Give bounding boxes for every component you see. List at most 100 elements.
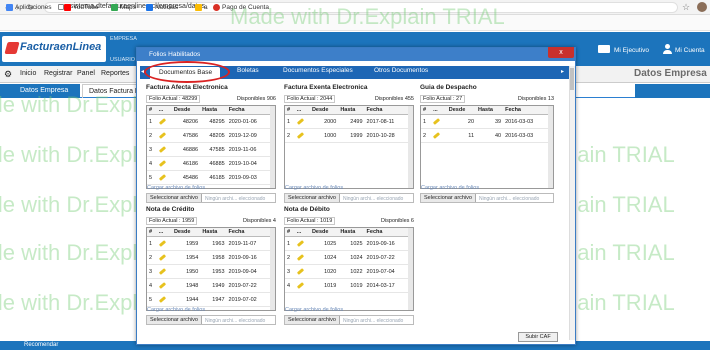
tab-otros-documentos[interactable]: Otros Documentos — [374, 67, 428, 74]
tab-scroll-right-icon[interactable]: ▸ — [561, 68, 564, 75]
tab-documentos-especiales[interactable]: Documentos Especiales — [283, 67, 353, 74]
edit-cell[interactable] — [156, 264, 172, 279]
menu-panel[interactable]: Panel — [77, 70, 95, 77]
table-row[interactable]: 4 1019 1019 2014-03-17 — [285, 278, 409, 293]
settings-gear-icon[interactable]: ⚙ — [4, 69, 12, 80]
column-header[interactable]: Hasta — [200, 228, 227, 237]
table-row[interactable]: 3 1020 1022 2019-07-04 — [285, 264, 409, 279]
recomendar-link[interactable]: Recomendar — [24, 342, 58, 348]
tab-boletas[interactable]: Boletas — [237, 67, 259, 74]
menu-reportes[interactable]: Reportes — [101, 70, 129, 77]
bookmark-pago[interactable]: Pago de Cuenta — [213, 4, 269, 11]
file-upload-field[interactable]: Seleccionar archivo Ningún archi... elecc… — [420, 193, 554, 203]
bookmark-noticias[interactable]: Noticias — [146, 4, 178, 11]
column-header[interactable]: Fecha — [503, 106, 549, 115]
file-upload-field[interactable]: Seleccionar archivo Ningún archi... elecc… — [284, 315, 414, 325]
edit-cell[interactable] — [156, 236, 172, 251]
pencil-icon[interactable] — [158, 253, 166, 261]
grid-scrollbar[interactable] — [408, 228, 413, 310]
column-header[interactable]: Fecha — [226, 106, 271, 115]
pencil-icon[interactable] — [296, 239, 304, 247]
column-header[interactable]: Fecha — [364, 228, 409, 237]
edit-cell[interactable] — [156, 170, 172, 185]
pencil-icon[interactable] — [158, 131, 166, 139]
edit-cell[interactable] — [431, 128, 447, 143]
edit-cell[interactable] — [156, 156, 172, 171]
table-row[interactable]: 2 1024 1024 2019-07-22 — [285, 250, 409, 265]
column-header[interactable]: Desde — [309, 228, 339, 237]
column-header[interactable]: ... — [156, 228, 172, 237]
table-row[interactable]: 4 46186 46885 2019-10-04 — [147, 156, 271, 171]
table-row[interactable]: 1 1959 1963 2019-11-07 — [147, 236, 271, 251]
pencil-icon[interactable] — [296, 253, 304, 261]
table-row[interactable]: 3 46886 47585 2019-11-06 — [147, 142, 271, 157]
mi-ejecutivo-link[interactable]: Mi Ejecutivo — [614, 47, 649, 54]
user-icon[interactable] — [663, 44, 672, 54]
edit-cell[interactable] — [294, 236, 310, 251]
column-header[interactable]: # — [285, 106, 295, 115]
edit-cell[interactable] — [156, 128, 172, 143]
pencil-icon[interactable] — [158, 281, 166, 289]
column-header[interactable]: # — [147, 228, 157, 237]
column-header[interactable]: Fecha — [226, 228, 271, 237]
bookmark-youtube[interactable]: YouTube — [64, 4, 99, 11]
edit-cell[interactable] — [156, 278, 172, 293]
pencil-icon[interactable] — [158, 295, 166, 303]
table-row[interactable]: 1 48206 48295 2020-01-06 — [147, 114, 271, 129]
edit-cell[interactable] — [156, 114, 172, 129]
bookmark-maps[interactable]: Maps — [111, 4, 136, 11]
select-file-button[interactable]: Seleccionar archivo — [147, 316, 202, 324]
edit-cell[interactable] — [294, 278, 310, 293]
column-header[interactable]: ... — [294, 228, 310, 237]
table-row[interactable]: 1 1025 1025 2019-09-16 — [285, 236, 409, 251]
table-row[interactable]: 5 1944 1947 2019-07-02 — [147, 292, 271, 307]
edit-cell[interactable] — [294, 264, 310, 279]
pencil-icon[interactable] — [158, 117, 166, 125]
table-row[interactable]: 3 1950 1953 2019-09-04 — [147, 264, 271, 279]
table-row[interactable]: 2 1000 1999 2010-10-28 — [285, 128, 409, 143]
select-file-button[interactable]: Seleccionar archivo — [285, 194, 340, 202]
pencil-icon[interactable] — [296, 117, 304, 125]
tab-datos-empresa[interactable]: Datos Empresa — [0, 84, 80, 98]
pencil-icon[interactable] — [158, 267, 166, 275]
table-row[interactable]: 1 20 39 2016-03-03 — [421, 114, 549, 129]
table-row[interactable]: 4 1948 1949 2019-07-22 — [147, 278, 271, 293]
bookmark-a[interactable]: a — [195, 4, 208, 11]
column-header[interactable]: # — [285, 228, 295, 237]
column-header[interactable]: Hasta — [338, 228, 365, 237]
subir-caf-button[interactable]: Subir CAF — [518, 332, 558, 342]
pencil-icon[interactable] — [158, 159, 166, 167]
column-header[interactable]: Desde — [446, 106, 477, 115]
table-row[interactable]: 2 11 40 2016-03-03 — [421, 128, 549, 143]
edit-cell[interactable] — [156, 292, 172, 307]
modal-scrollbar[interactable] — [569, 66, 575, 340]
grid-scrollbar[interactable] — [408, 106, 413, 188]
column-header[interactable]: ... — [294, 106, 310, 115]
table-row[interactable]: 2 1954 1958 2019-09-16 — [147, 250, 271, 265]
column-header[interactable]: Fecha — [364, 106, 409, 115]
pencil-icon[interactable] — [296, 281, 304, 289]
mail-icon[interactable] — [598, 45, 610, 53]
select-file-button[interactable]: Seleccionar archivo — [285, 316, 340, 324]
column-header[interactable]: ... — [431, 106, 447, 115]
grid-scrollbar[interactable] — [270, 106, 275, 188]
column-header[interactable]: Desde — [171, 228, 201, 237]
grid-scrollbar[interactable] — [548, 106, 553, 188]
edit-cell[interactable] — [431, 114, 447, 129]
file-upload-field[interactable]: Seleccionar archivo Ningún archi... elecc… — [284, 193, 414, 203]
pencil-icon[interactable] — [296, 267, 304, 275]
pencil-icon[interactable] — [158, 173, 166, 181]
select-file-button[interactable]: Seleccionar archivo — [147, 194, 202, 202]
table-row[interactable]: 1 2000 2499 2017-08-11 — [285, 114, 409, 129]
column-header[interactable]: Hasta — [200, 106, 227, 115]
bookmark-star-icon[interactable]: ☆ — [682, 2, 690, 13]
pencil-icon[interactable] — [158, 145, 166, 153]
column-header[interactable]: ... — [156, 106, 172, 115]
menu-inicio[interactable]: Inicio — [20, 70, 36, 77]
table-row[interactable]: 2 47586 48205 2019-12-09 — [147, 128, 271, 143]
column-header[interactable]: # — [147, 106, 157, 115]
edit-cell[interactable] — [156, 250, 172, 265]
grid-scrollbar[interactable] — [270, 228, 275, 310]
pencil-icon[interactable] — [296, 131, 304, 139]
modal-scrollbar-thumb[interactable] — [570, 68, 574, 90]
